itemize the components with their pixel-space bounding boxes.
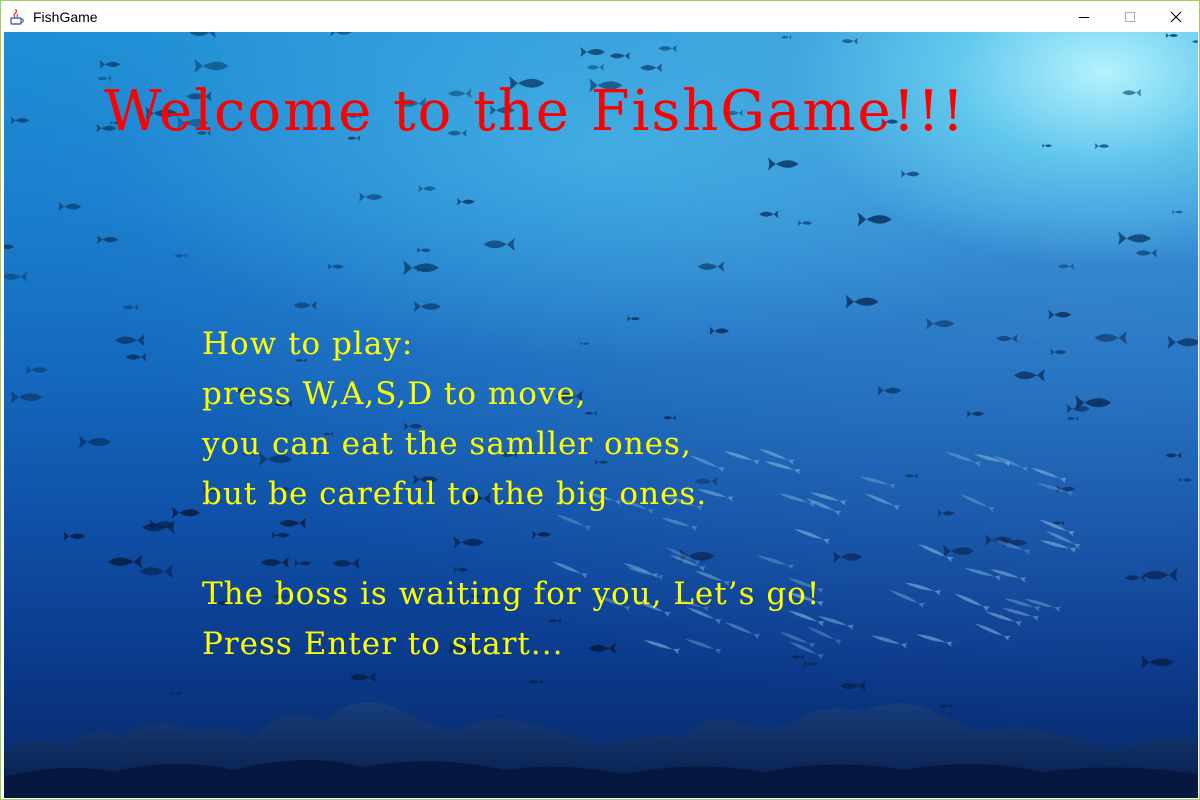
- instructions-heading: How to play:: [202, 326, 414, 362]
- close-icon: [1170, 11, 1182, 22]
- game-window: FishGame Welcome to the FishGame!!! How …: [0, 0, 1200, 800]
- minimize-icon: [1079, 16, 1089, 18]
- instruction-line: press W,A,S,D to move,: [202, 376, 587, 412]
- close-button[interactable]: [1153, 1, 1199, 32]
- welcome-title: Welcome to the FishGame!!!: [104, 79, 967, 144]
- java-app-icon: [9, 8, 25, 25]
- window-title: FishGame: [33, 8, 98, 25]
- instruction-spacer: [202, 519, 820, 569]
- instruction-line: but be careful to the big ones.: [202, 476, 708, 512]
- maximize-icon: [1125, 11, 1135, 22]
- boss-message: The boss is waiting for you, Let’s go!: [202, 576, 821, 612]
- minimize-button[interactable]: [1061, 1, 1107, 32]
- maximize-button[interactable]: [1107, 1, 1153, 32]
- game-canvas[interactable]: Welcome to the FishGame!!! How to play: …: [4, 32, 1198, 798]
- instruction-line: you can eat the samller ones,: [202, 426, 692, 462]
- title-bar[interactable]: FishGame: [1, 1, 1199, 32]
- instructions-panel: How to play: press W,A,S,D to move, you …: [202, 319, 820, 669]
- start-prompt: Press Enter to start...: [202, 626, 564, 662]
